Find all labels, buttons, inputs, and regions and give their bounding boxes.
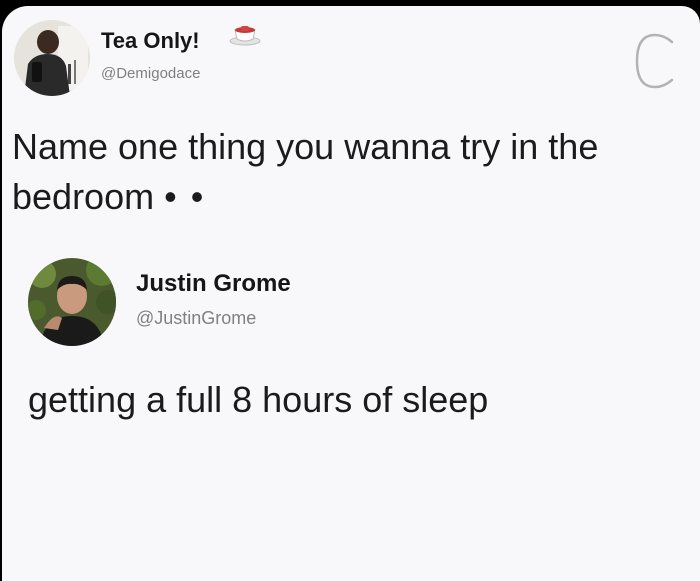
c-logo-icon [630,32,680,90]
teacup-icon [228,22,262,46]
tea-only-name[interactable]: Tea Only! [101,28,200,54]
reply-text: getting a full 8 hours of sleep [28,379,489,420]
justin-grome-handle[interactable]: @JustinGrome [136,308,256,329]
tea-only-handle[interactable]: @Demigodace [101,65,200,82]
justin-grome-name[interactable]: Justin Grome [136,270,291,298]
justin-grome-avatar[interactable] [28,258,116,346]
screenshot-card: Tea Only! @Demigodace Name one thing you… [2,6,700,581]
tea-only-avatar[interactable] [14,20,90,96]
post-text: Name one thing you wanna try in the bedr… [12,122,692,222]
post-text-body: Name one thing you wanna try in the bedr… [12,126,599,217]
post-text-dots: • • [164,176,206,217]
